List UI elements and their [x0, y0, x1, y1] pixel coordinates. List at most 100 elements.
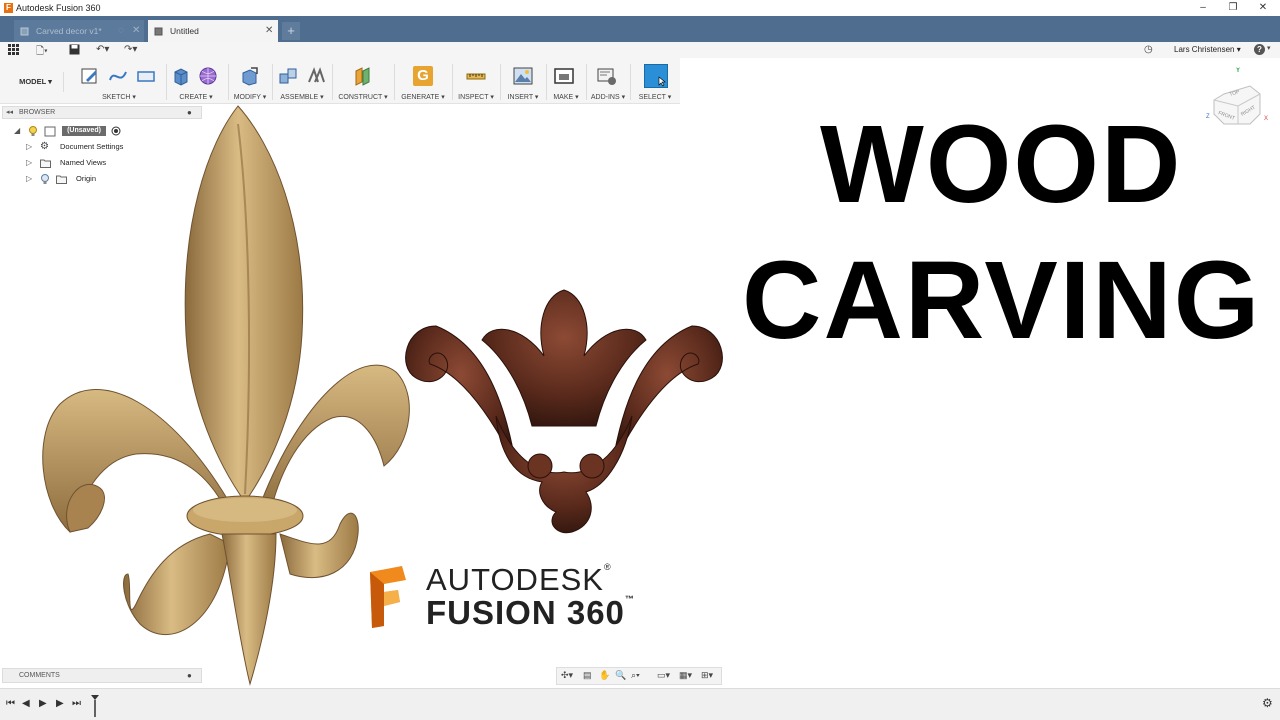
expand-arrow-icon[interactable]: ▷: [26, 156, 32, 170]
workspace-switcher[interactable]: MODEL ▾: [8, 72, 64, 92]
document-tab-bar: Carved decor v1* ◌ ✕ Untitled ✕ +: [0, 16, 1280, 42]
user-account-menu[interactable]: Lars Christensen ▾: [1174, 45, 1241, 54]
restore-button[interactable]: ❐: [1218, 0, 1248, 16]
job-status-clock-icon[interactable]: ◷: [1144, 44, 1153, 55]
orbit-icon[interactable]: ✣▾: [561, 670, 573, 681]
insert-label: INSERT ▾: [507, 94, 539, 101]
divider: [272, 64, 273, 100]
axis-y-icon: Y: [1236, 68, 1240, 74]
minimize-button[interactable]: –: [1188, 0, 1218, 16]
fusion-360-logo-icon: [370, 566, 406, 628]
sketch-label: SKETCH ▾: [102, 94, 136, 101]
make-group[interactable]: MAKE ▾: [548, 58, 584, 104]
help-chevron-icon[interactable]: ▾: [1267, 44, 1271, 52]
expand-arrow-icon[interactable]: ▷: [26, 140, 32, 154]
press-pull-icon[interactable]: [239, 66, 259, 86]
divider: [586, 64, 587, 100]
offset-plane-icon[interactable]: [353, 66, 373, 86]
save-icon[interactable]: [69, 44, 80, 55]
undo-icon[interactable]: ↶▾: [96, 44, 109, 55]
axis-z-icon: Z: [1206, 114, 1210, 120]
close-tab-icon[interactable]: ✕: [265, 20, 273, 42]
add-ins-group[interactable]: ADD-INS ▾: [588, 58, 628, 104]
axis-x-icon: X: [1264, 116, 1268, 122]
new-tab-button[interactable]: +: [282, 22, 300, 40]
create-group[interactable]: CREATE ▾: [168, 58, 224, 104]
inspect-label: INSPECT ▾: [458, 94, 494, 101]
construct-group[interactable]: CONSTRUCT ▾: [334, 58, 392, 104]
extrude-icon[interactable]: [171, 66, 191, 86]
fusion-app-icon: F: [4, 3, 13, 13]
visibility-bulb-icon[interactable]: [28, 126, 38, 137]
close-window-button[interactable]: ✕: [1248, 0, 1278, 16]
generate-label: GENERATE ▾: [401, 94, 445, 101]
divider: [166, 64, 167, 100]
zoom-icon[interactable]: 🔍: [615, 670, 626, 681]
joint-icon[interactable]: [306, 66, 326, 86]
go-to-end-icon[interactable]: ⏭: [72, 698, 81, 709]
form-sphere-icon[interactable]: [198, 66, 218, 86]
headline-carving: CARVING: [742, 239, 1262, 362]
step-back-icon[interactable]: ◀︎: [22, 698, 30, 709]
measure-icon[interactable]: [466, 66, 486, 86]
sync-icon: ◌: [118, 25, 124, 36]
logo-fusion-text: FUSION 360™: [426, 594, 635, 631]
add-ins-label: ADD-INS ▾: [590, 94, 626, 101]
viewports-icon[interactable]: ⊞▾: [701, 670, 713, 681]
divider: [630, 64, 631, 100]
scroll-ornament-carving: [405, 289, 723, 534]
expand-arrow-icon[interactable]: ▷: [26, 172, 32, 186]
collapse-panel-icon[interactable]: ◂◂: [6, 107, 13, 118]
grid-settings-icon[interactable]: ▦▾: [679, 670, 692, 681]
insert-image-icon[interactable]: [513, 66, 533, 86]
rectangle-icon[interactable]: [136, 66, 156, 86]
go-to-start-icon[interactable]: ⏮: [6, 698, 15, 709]
tab-carved-decor[interactable]: Carved decor v1* ◌ ✕: [14, 20, 144, 42]
navigation-bar: ✣▾ ▤ ✋ 🔍 ⌕▾ ▭▾ ▦▾ ⊞▾: [556, 667, 722, 685]
make-label: MAKE ▾: [553, 94, 579, 101]
assemble-group[interactable]: ASSEMBLE ▾: [274, 58, 330, 104]
tab-untitled[interactable]: Untitled ✕: [148, 20, 278, 42]
expand-collapse-icon[interactable]: ◢: [14, 124, 20, 138]
divider: [452, 64, 453, 100]
select-icon[interactable]: [644, 64, 668, 88]
quick-access-bar: 🗋▾ ↶▾ ↷▾ ◷ Lars Christensen ▾ ? ▾: [0, 42, 1280, 58]
component-icon: [154, 27, 163, 36]
fleur-de-lis-carving: [42, 105, 410, 686]
look-at-icon[interactable]: ▤: [583, 670, 592, 681]
timeline-marker[interactable]: [90, 694, 100, 718]
redo-icon[interactable]: ↷▾: [124, 44, 137, 55]
window-title: Autodesk Fusion 360: [16, 3, 101, 13]
timeline-settings-gear-icon[interactable]: ⚙: [1262, 696, 1273, 710]
create-sketch-icon[interactable]: [80, 66, 100, 86]
select-group[interactable]: SELECT ▾: [632, 58, 678, 104]
viewcube[interactable]: Y TOP FRONT RIGHT Z X: [1204, 66, 1270, 132]
divider: [546, 64, 547, 100]
close-tab-icon[interactable]: ✕: [132, 20, 140, 42]
play-icon[interactable]: ▶: [39, 698, 47, 709]
data-panel-grid-icon[interactable]: [8, 44, 19, 55]
fit-zoom-icon[interactable]: ⌕▾: [631, 670, 640, 681]
pan-hand-icon[interactable]: ✋: [599, 670, 610, 681]
comments-panel-header[interactable]: COMMENTS ●: [2, 668, 202, 683]
step-forward-icon[interactable]: ▶︎: [56, 698, 64, 709]
sketch-group[interactable]: SKETCH ▾: [76, 58, 162, 104]
generate-group[interactable]: G GENERATE ▾: [396, 58, 450, 104]
scripts-addins-icon[interactable]: [597, 66, 617, 86]
select-label: SELECT ▾: [638, 94, 672, 101]
divider: [394, 64, 395, 100]
cursor-arrow-icon: [658, 76, 666, 87]
construct-label: CONSTRUCT ▾: [338, 94, 388, 101]
new-component-icon[interactable]: [278, 66, 298, 86]
inspect-group[interactable]: INSPECT ▾: [454, 58, 498, 104]
title-bar: F Autodesk Fusion 360 – ❐ ✕: [0, 0, 1280, 16]
modify-group[interactable]: MODIFY ▾: [230, 58, 270, 104]
display-settings-icon[interactable]: ▭▾: [657, 670, 670, 681]
tab-label: Untitled: [170, 26, 199, 36]
generative-design-icon[interactable]: G: [413, 66, 433, 86]
3d-print-icon[interactable]: [554, 66, 574, 86]
spline-icon[interactable]: [108, 66, 128, 86]
help-icon[interactable]: ?: [1254, 44, 1265, 55]
insert-group[interactable]: INSERT ▾: [502, 58, 544, 104]
panel-pin-icon[interactable]: ●: [187, 669, 192, 682]
